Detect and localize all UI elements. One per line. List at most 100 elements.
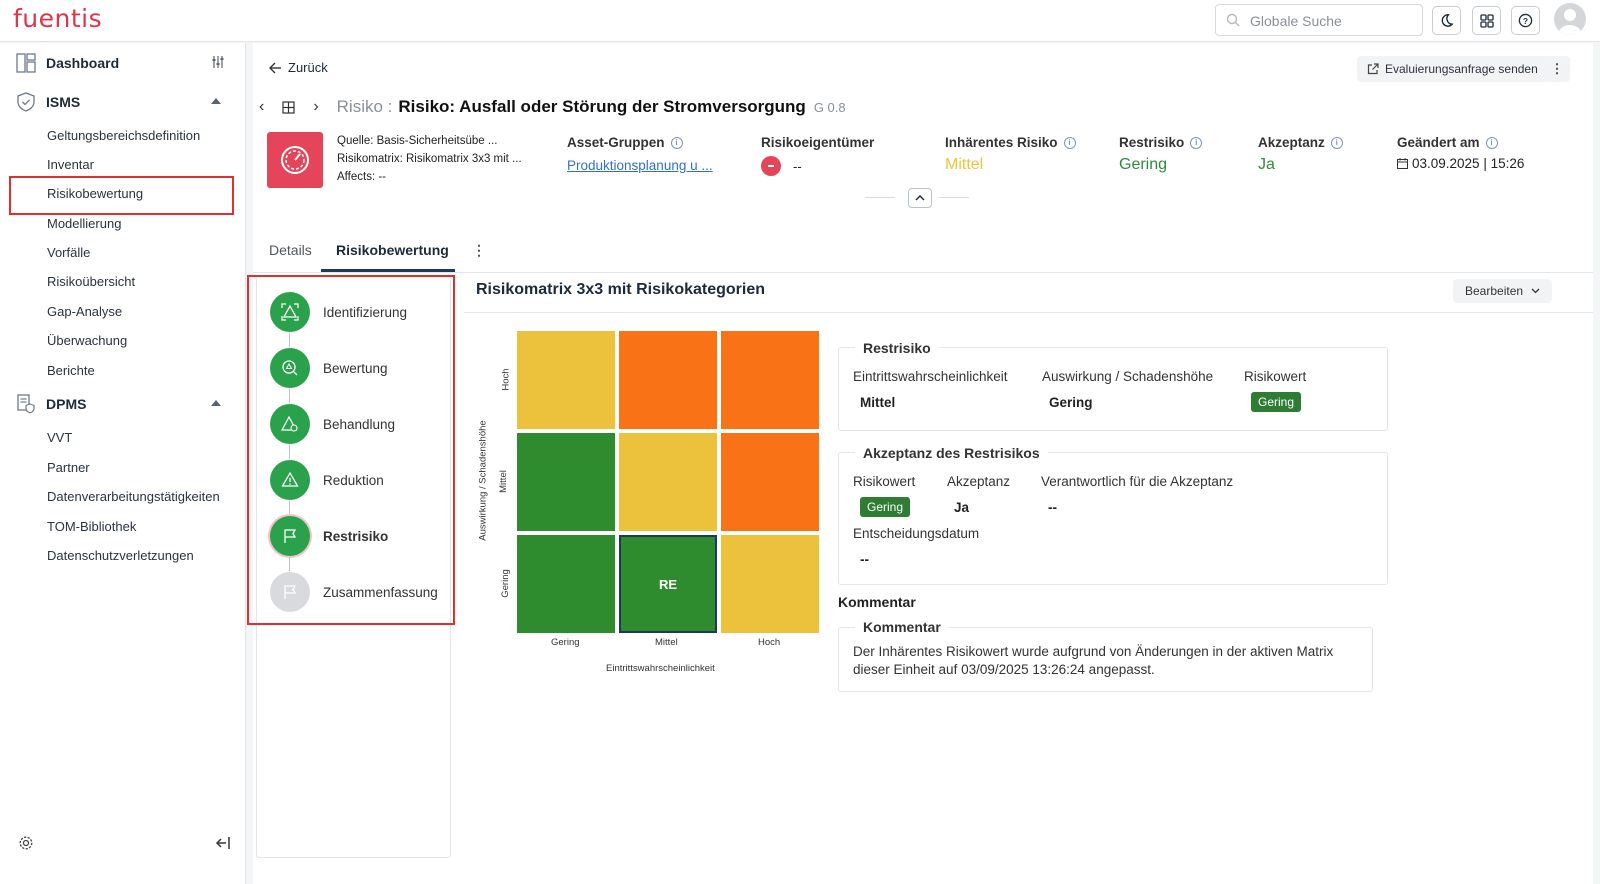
matrix-cell-gering-mittel[interactable]: RE (619, 535, 717, 633)
step-label: Zusammenfassung (323, 584, 438, 600)
acceptance-value: Ja (1258, 156, 1275, 173)
grid-icon (1479, 13, 1494, 28)
table-icon[interactable] (282, 100, 295, 114)
evaluation-request-button[interactable]: Evaluierungsanfrage senden (1357, 56, 1548, 82)
sidebar-item-vvt[interactable]: VVT (47, 430, 72, 445)
y-axis-label: Auswirkung / Schadenshöhe (477, 420, 489, 541)
info-icon[interactable]: i (1485, 136, 1498, 149)
active-tab-indicator (321, 269, 455, 272)
matrix-cell-hoch-mittel[interactable] (619, 331, 717, 429)
matrix-cell-gering-gering[interactable] (517, 535, 615, 633)
prev-icon[interactable]: ‹ (259, 98, 264, 116)
sidebar-item-gap-analyse[interactable]: Gap-Analyse (47, 304, 122, 319)
help-button[interactable]: ? (1511, 6, 1540, 35)
sidebar-item-vorfaelle[interactable]: Vorfälle (47, 245, 90, 260)
matrix-cell-hoch-hoch[interactable] (721, 331, 819, 429)
dpms-collapse-icon[interactable] (211, 400, 221, 406)
tab-more-icon[interactable]: ⋮ (472, 242, 486, 259)
edit-dropdown-button[interactable]: Bearbeiten (1453, 279, 1553, 303)
step-label: Bewertung (323, 360, 388, 376)
sidebar-item-risikouebersicht[interactable]: Risikoübersicht (47, 274, 135, 289)
settings-icon[interactable] (18, 835, 34, 851)
risk-meta: Quelle: Basis-Sicherheitsübe ... Risikom… (337, 132, 522, 186)
next-icon[interactable]: › (313, 98, 318, 116)
sidebar-item-tom-bibliothek[interactable]: TOM-Bibliothek (47, 519, 136, 534)
sidebar-item-datenverarbeitungstaetigkeiten[interactable]: Datenverarbeitungstätigkeiten (47, 489, 220, 504)
global-search-input[interactable]: Globale Suche (1215, 4, 1423, 36)
matrix-cell-mittel-gering[interactable] (517, 433, 615, 531)
user-avatar[interactable] (1554, 3, 1586, 35)
step-bewertung[interactable]: Bewertung (270, 348, 388, 388)
acc-risk-badge: Gering (860, 497, 911, 517)
sidebar-item-inventar[interactable]: Inventar (47, 157, 94, 172)
step-identifizierung[interactable]: Identifizierung (270, 292, 407, 332)
matrix-cell-mittel-hoch[interactable] (721, 433, 819, 531)
info-icon[interactable]: i (1190, 136, 1203, 149)
changed-field: Geändert am i 03.09.2025 | 15:26 (1397, 135, 1524, 171)
edit-label: Bearbeiten (1465, 284, 1524, 298)
dashboard-label: Dashboard (46, 55, 120, 71)
owner-avatar[interactable] (761, 156, 781, 176)
assess-icon (270, 348, 310, 388)
svg-text:?: ? (1523, 16, 1528, 26)
shield-icon (17, 92, 35, 112)
inherent-risk-field: Inhärentes Risiko i Mittel (945, 135, 1076, 174)
risk-gauge-icon (267, 132, 323, 188)
residual-marker: RE (658, 576, 678, 592)
tab-details[interactable]: Details (269, 242, 312, 258)
dark-mode-button[interactable] (1432, 6, 1461, 35)
step-restrisiko[interactable]: Restrisiko (270, 516, 388, 556)
info-icon[interactable]: i (1330, 136, 1343, 149)
sidebar-item-modellierung[interactable]: Modellierung (47, 216, 121, 231)
sidebar-item-ueberwachung[interactable]: Überwachung (47, 333, 127, 348)
collapse-header-button[interactable] (908, 188, 932, 208)
moon-icon (1441, 14, 1454, 27)
owner-field: Risikoeigentümer -- (761, 135, 874, 176)
inherent-risk-value: Mittel (945, 156, 984, 173)
info-icon[interactable]: i (670, 136, 683, 149)
y-tick-label: Mittel (497, 470, 509, 493)
info-icon[interactable]: i (1063, 136, 1076, 149)
apps-button[interactable] (1472, 6, 1501, 35)
sidebar-item-partner[interactable]: Partner (47, 460, 90, 475)
more-options-button[interactable]: ⋮ (1544, 56, 1570, 82)
residual-risk-label: Restrisiko (1119, 135, 1185, 150)
step-behandlung[interactable]: Behandlung (270, 404, 395, 444)
step-connector (289, 445, 290, 459)
flag-icon (270, 572, 310, 612)
sidebar-section-dpms[interactable]: DPMS (16, 394, 86, 414)
chevron-up-icon (915, 194, 925, 201)
matrix-cell-hoch-gering[interactable] (517, 331, 615, 429)
sidebar-item-berichte[interactable]: Berichte (47, 363, 95, 378)
acceptance-panel (838, 452, 1388, 585)
tab-risikobewertung[interactable]: Risikobewertung (336, 242, 449, 258)
meta-source: Quelle: Basis-Sicherheitsübe ... (337, 135, 498, 147)
sidebar-section-isms[interactable]: ISMS (16, 92, 80, 112)
matrix-cell-gering-hoch[interactable] (721, 535, 819, 633)
app-logo[interactable]: fuentis (13, 4, 102, 33)
impact-value: Gering (1049, 395, 1093, 410)
step-reduktion[interactable]: Reduktion (270, 460, 384, 500)
decision-date-value: -- (860, 552, 869, 567)
arrow-left-icon (269, 62, 281, 73)
sidebar-item-geltungsbereichsdefinition[interactable]: Geltungsbereichsdefinition (47, 128, 200, 143)
owner-value: -- (793, 158, 802, 174)
x-tick-label: Mittel (655, 637, 678, 648)
main-content: Zurück Evaluierungsanfrage senden ⋮ ‹ › … (247, 43, 1593, 884)
divider (464, 312, 1593, 313)
asset-groups-field: Asset-Gruppen i Produktionsplanung u ... (567, 135, 713, 173)
sidebar-item-dashboard[interactable]: Dashboard (16, 53, 119, 73)
sidebar-item-datenschutzverletzungen[interactable]: Datenschutzverletzungen (47, 548, 194, 563)
matrix-cell-mittel-mittel[interactable] (619, 433, 717, 531)
step-zusammenfassung[interactable]: Zusammenfassung (270, 572, 438, 612)
asset-groups-link[interactable]: Produktionsplanung u ... (567, 158, 713, 173)
y-tick-label: Gering (499, 569, 511, 598)
eval-button-label: Evaluierungsanfrage senden (1385, 62, 1538, 76)
back-link[interactable]: Zurück (269, 60, 328, 75)
isms-collapse-icon[interactable] (211, 98, 221, 104)
collapse-sidebar-icon[interactable] (216, 836, 230, 850)
search-icon (1226, 13, 1240, 27)
step-connector (289, 333, 290, 347)
sliders-icon[interactable] (212, 55, 224, 69)
step-label: Behandlung (323, 416, 396, 432)
